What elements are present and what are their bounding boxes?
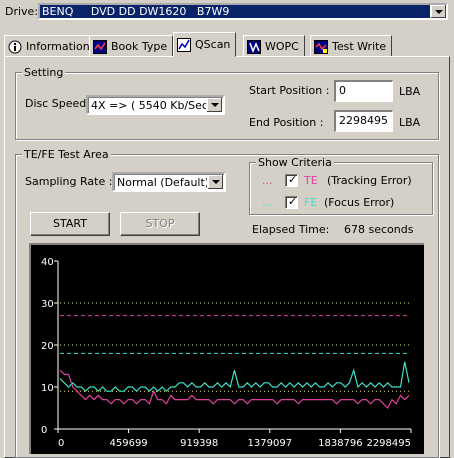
end-position-unit: LBA <box>399 116 421 129</box>
tab-qscan-label: QScan <box>195 38 231 51</box>
elapsed-time-label: Elapsed Time: <box>252 223 330 236</box>
tab-information-label: Information <box>26 40 90 53</box>
y-tick-label: 10 <box>41 383 54 394</box>
fe-checkbox[interactable]: ✓ <box>285 196 298 209</box>
y-tick-label: 20 <box>41 341 54 352</box>
drive-select[interactable]: BENQ DVD DD DW1620 B7W9 <box>38 3 448 20</box>
tab-qscan[interactable]: QScan <box>173 32 237 57</box>
sampling-rate-select[interactable]: Normal (Default) <box>112 172 226 192</box>
te-code: TE <box>304 174 318 187</box>
drive-label: Drive: <box>5 5 39 18</box>
show-criteria-title: Show Criteria <box>256 156 334 169</box>
sampling-rate-dropdown-button[interactable] <box>207 175 223 189</box>
tab-test-write[interactable]: Test Write <box>310 35 393 57</box>
y-tick-label: 30 <box>41 299 54 310</box>
te-fe-chart: 0 10 20 30 40 0 459699 919398 1379097 1838796 2298… <box>29 243 424 454</box>
tab-wopc[interactable]: WOPC <box>243 35 305 57</box>
book-type-icon <box>93 39 107 54</box>
start-position-unit: LBA <box>399 85 421 98</box>
checkmark-icon: ✓ <box>288 195 298 208</box>
checkmark-icon: ✓ <box>288 173 298 186</box>
y-tick-label: 40 <box>41 257 54 268</box>
end-position-input[interactable]: 2298495 <box>334 110 393 132</box>
start-position-value: 0 <box>339 84 346 97</box>
te-checkbox[interactable]: ✓ <box>285 174 298 187</box>
end-position-label: End Position : <box>249 116 324 129</box>
fe-description: (Focus Error) <box>324 196 395 209</box>
tab-information[interactable]: Information <box>4 35 96 57</box>
x-tick-label: 1379097 <box>248 438 293 449</box>
setting-group-title: Setting <box>22 66 66 79</box>
chevron-down-icon <box>212 180 220 184</box>
elapsed-time-value: 678 seconds <box>344 223 414 236</box>
y-tick-label: 0 <box>41 425 47 436</box>
series-fe-line <box>59 361 410 393</box>
tab-test-write-label: Test Write <box>332 40 387 53</box>
tab-wopc-label: WOPC <box>265 40 299 53</box>
tab-book-type-label: Book Type <box>111 40 168 53</box>
disc-speed-value: 4X => ( 5540 Kb/Sec) <box>91 99 213 112</box>
start-position-label: Start Position : <box>249 84 330 97</box>
chevron-down-icon <box>435 10 443 14</box>
fe-line-sample: ... <box>262 196 273 209</box>
te-line-sample: ... <box>262 174 273 187</box>
drive-select-value: BENQ DVD DD DW1620 B7W9 <box>42 5 230 18</box>
sampling-rate-value: Normal (Default) <box>117 176 210 189</box>
wopc-icon <box>247 39 261 54</box>
sampling-rate-label: Sampling Rate : <box>25 175 113 188</box>
x-tick-label: 0 <box>58 438 64 449</box>
x-tick-label: 2298495 <box>366 438 411 449</box>
x-tick-label: 1838796 <box>318 438 363 449</box>
disc-speed-label: Disc Speed: <box>25 97 90 110</box>
te-description: (Tracking Error) <box>327 174 412 187</box>
test-write-icon <box>314 39 328 54</box>
disc-speed-dropdown-button[interactable] <box>206 98 222 112</box>
fe-code: FE <box>304 196 318 209</box>
qscan-chart-icon <box>177 37 191 52</box>
info-icon <box>8 40 22 54</box>
test-area-title: TE/FE Test Area <box>22 148 111 161</box>
chevron-down-icon <box>211 103 219 107</box>
start-button[interactable]: START <box>30 212 110 236</box>
drive-dropdown-button[interactable] <box>430 5 446 18</box>
x-tick-label: 919398 <box>180 438 218 449</box>
stop-button[interactable]: STOP <box>120 212 200 236</box>
series-te-line <box>59 369 410 410</box>
disc-speed-select[interactable]: 4X => ( 5540 Kb/Sec) <box>86 95 225 115</box>
start-position-input[interactable]: 0 <box>334 80 393 102</box>
end-position-value: 2298495 <box>339 114 388 127</box>
tab-book-type[interactable]: Book Type <box>89 35 174 57</box>
te-fe-chart-svg: 0 10 20 30 40 0 459699 919398 1379097 1838796 2298… <box>41 257 412 449</box>
x-tick-label: 459699 <box>110 438 148 449</box>
